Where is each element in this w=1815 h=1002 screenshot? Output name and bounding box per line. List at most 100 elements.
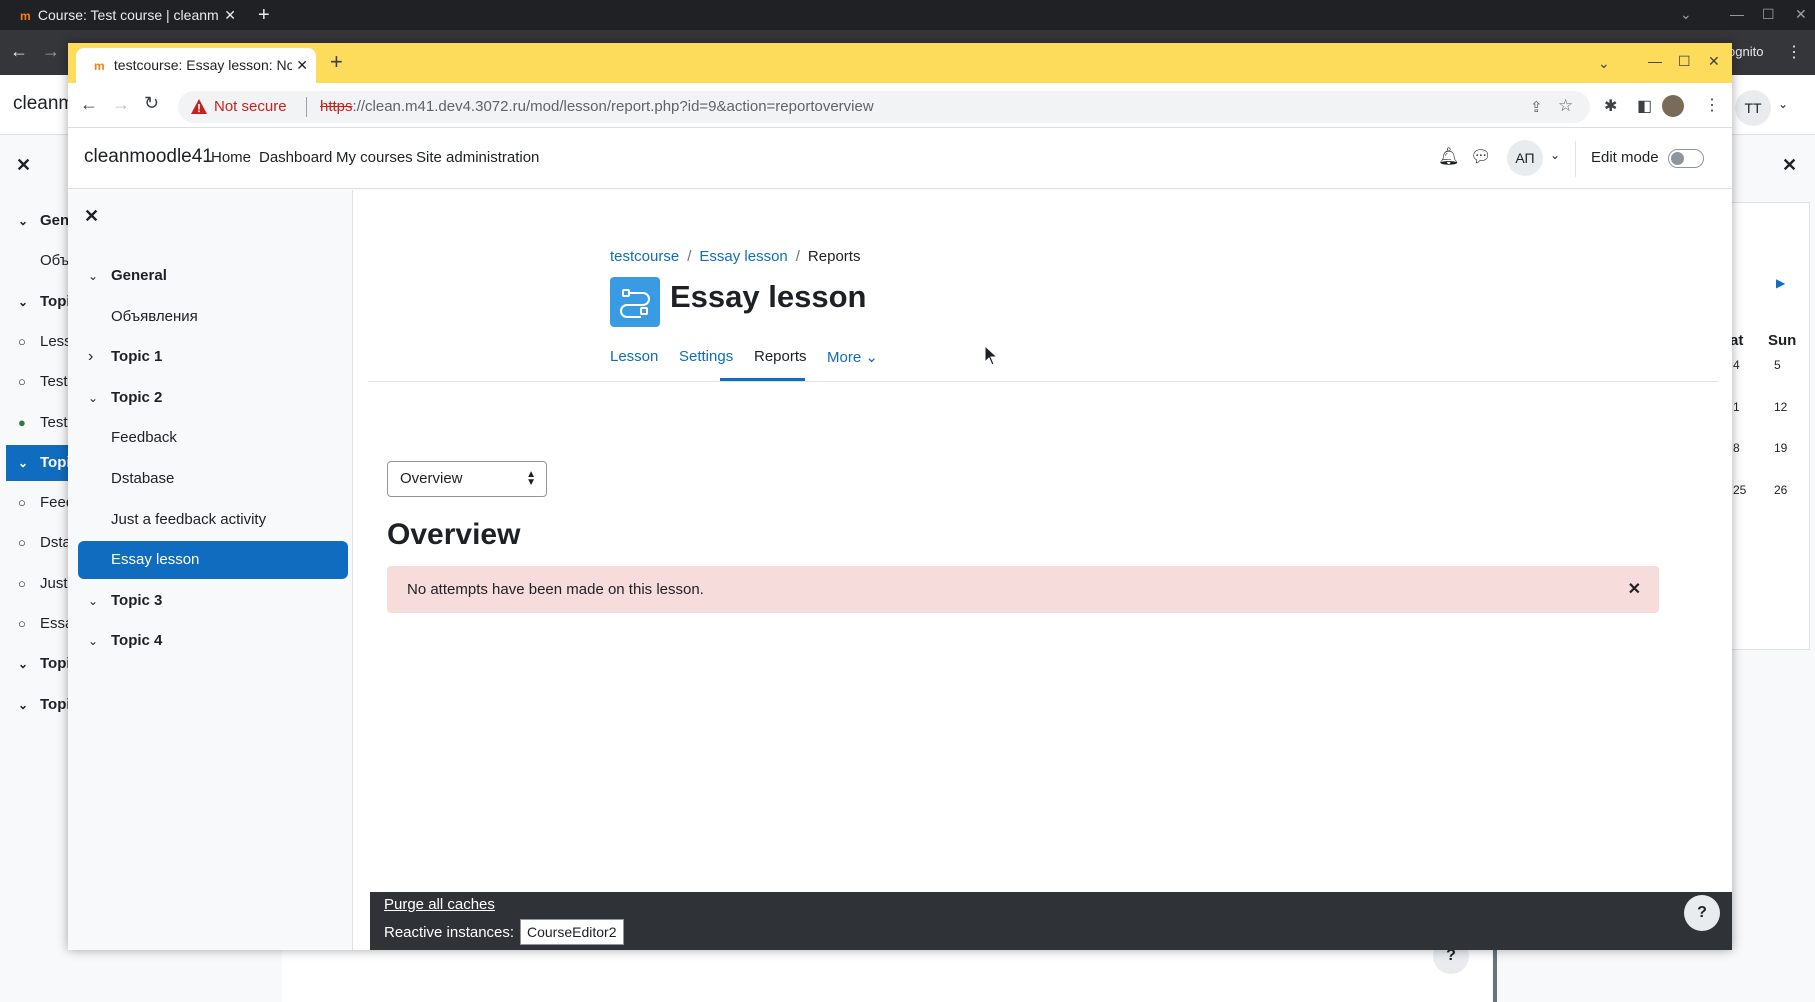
minimize-icon[interactable]: — bbox=[1648, 53, 1662, 69]
not-secure-label[interactable]: Not secure bbox=[214, 98, 287, 115]
new-tab-icon[interactable]: + bbox=[258, 0, 270, 30]
messages-icon[interactable]: 💬︎ bbox=[1470, 147, 1492, 167]
bg-activity-item[interactable]: ○ Less bbox=[0, 324, 70, 360]
next-month-icon[interactable]: ▶ bbox=[1776, 276, 1785, 290]
bg-section-item[interactable]: ⌄ Gen bbox=[0, 203, 70, 239]
purge-caches-link[interactable]: Purge all caches bbox=[384, 896, 495, 913]
extensions-icon[interactable]: ✱ bbox=[1604, 96, 1617, 116]
course-activity-item[interactable]: Just a feedback activity bbox=[78, 501, 348, 539]
tab-search-icon[interactable]: ⌄ bbox=[1598, 55, 1610, 72]
bg-avatar[interactable]: TT bbox=[1735, 90, 1771, 126]
share-icon[interactable]: ⇪ bbox=[1530, 98, 1543, 116]
notifications-bell-icon[interactable]: 🔔︎ bbox=[1438, 147, 1460, 167]
bg-activity-item[interactable]: ○ Feed bbox=[0, 485, 70, 521]
calendar-day[interactable]: 19 bbox=[1774, 441, 1787, 455]
bg-section-item[interactable]: ⌄ Topi bbox=[6, 444, 76, 481]
help-button[interactable]: ? bbox=[1684, 895, 1720, 931]
report-type-select[interactable]: Overview ▲ ▼ bbox=[387, 461, 547, 497]
secondary-navigation: Lesson Settings Reports More ⌄ bbox=[368, 330, 1718, 382]
nav-site-administration[interactable]: Site administration bbox=[416, 149, 539, 166]
new-tab-icon[interactable]: + bbox=[330, 49, 343, 75]
side-panel-icon[interactable]: ◧ bbox=[1637, 96, 1652, 116]
bookmark-star-icon[interactable]: ☆ bbox=[1558, 96, 1573, 116]
course-activity-item[interactable]: Essay lesson bbox=[78, 541, 348, 580]
calendar-day[interactable]: 5 bbox=[1774, 358, 1781, 372]
chevron-down-icon[interactable]: ⌄ bbox=[88, 622, 98, 660]
browser-tab[interactable]: m testcourse: Essay lesson: No ✕ bbox=[76, 48, 316, 83]
close-tab-icon[interactable]: ✕ bbox=[224, 0, 236, 30]
minimize-icon[interactable]: — bbox=[1730, 0, 1744, 28]
tab-lesson[interactable]: Lesson bbox=[610, 348, 658, 365]
chevron-down-icon[interactable]: ⌄ bbox=[88, 257, 98, 295]
nav-dashboard[interactable]: Dashboard bbox=[259, 149, 332, 166]
calendar-day[interactable]: 8 bbox=[1733, 441, 1740, 455]
profile-avatar-icon[interactable] bbox=[1662, 95, 1684, 117]
edit-mode-toggle[interactable] bbox=[1668, 149, 1704, 168]
bg-section-item[interactable]: ⌄ Topi bbox=[0, 646, 70, 682]
site-name[interactable]: cleanmoodle41 bbox=[84, 146, 213, 168]
course-section-item[interactable]: ⌄ Topic 3 bbox=[78, 582, 348, 620]
calendar-day[interactable]: 12 bbox=[1774, 400, 1787, 414]
bg-menu-icon[interactable]: ⋮ bbox=[1786, 42, 1802, 62]
course-section-item[interactable]: ⌄ General bbox=[78, 257, 348, 295]
maximize-icon[interactable]: ☐ bbox=[1678, 53, 1691, 70]
maximize-icon[interactable]: ☐ bbox=[1762, 0, 1775, 28]
bg-activity-item[interactable]: ○ Just bbox=[0, 566, 70, 602]
bg-section-item[interactable]: ⌄ Topi bbox=[0, 284, 70, 320]
chevron-down-icon[interactable]: ⌄ bbox=[88, 379, 98, 417]
calendar-day[interactable]: 4 bbox=[1733, 358, 1740, 372]
bg-scrollbar[interactable] bbox=[1493, 950, 1497, 1002]
tab-reports[interactable]: Reports bbox=[754, 348, 807, 365]
bg-item-label: Topi bbox=[40, 453, 71, 471]
nav-my-courses[interactable]: My courses bbox=[336, 149, 413, 166]
close-icon[interactable]: ✕ bbox=[16, 155, 31, 176]
browser-menu-icon[interactable]: ⋮ bbox=[1704, 95, 1720, 115]
user-avatar[interactable]: АП bbox=[1507, 140, 1543, 176]
course-activity-item[interactable]: Объявления bbox=[78, 298, 348, 336]
back-icon[interactable]: ← bbox=[80, 94, 98, 115]
close-window-icon[interactable]: ✕ bbox=[1795, 0, 1807, 28]
bg-activity-item[interactable]: Объ bbox=[0, 243, 70, 279]
tab-search-icon[interactable]: ⌄ bbox=[1680, 0, 1692, 28]
breadcrumb-course[interactable]: testcourse bbox=[610, 248, 679, 265]
calendar-day[interactable]: 25 bbox=[1733, 483, 1746, 497]
close-drawer-icon[interactable]: ✕ bbox=[84, 206, 99, 227]
nav-home[interactable]: Home bbox=[211, 149, 251, 166]
chevron-down-icon: ⌄ bbox=[18, 657, 29, 672]
breadcrumb-activity[interactable]: Essay lesson bbox=[699, 248, 787, 265]
address-bar[interactable]: Not secure https://clean.m41.dev4.3072.r… bbox=[178, 91, 1590, 123]
course-editor-button[interactable]: CourseEditor2 bbox=[520, 919, 624, 945]
close-icon[interactable]: ✕ bbox=[1628, 566, 1641, 613]
bg-activity-item[interactable]: ○ Essa bbox=[0, 606, 70, 642]
chevron-down-icon[interactable]: ⌄ bbox=[88, 582, 98, 620]
course-index-label: Dstabase bbox=[111, 470, 175, 487]
course-activity-item[interactable]: Dstabase bbox=[78, 460, 348, 498]
close-window-icon[interactable]: ✕ bbox=[1708, 53, 1720, 70]
close-tab-icon[interactable]: ✕ bbox=[292, 48, 308, 83]
bg-activity-item[interactable]: ○ Test bbox=[0, 364, 70, 400]
bg-forward-icon[interactable]: → bbox=[42, 41, 60, 62]
forward-icon[interactable]: → bbox=[112, 94, 130, 115]
bg-section-item[interactable]: ⌄ Topi bbox=[0, 687, 70, 723]
chevron-right-icon[interactable]: › bbox=[88, 338, 93, 376]
bg-browser-tab[interactable]: m Course: Test course | cleanm ✕ bbox=[6, 0, 244, 30]
chevron-down-icon[interactable]: ⌄ bbox=[1778, 97, 1788, 111]
bg-activity-item[interactable]: ● Test bbox=[0, 405, 70, 441]
url-text[interactable]: https://clean.m41.dev4.3072.ru/mod/lesso… bbox=[320, 98, 874, 115]
chevron-down-icon[interactable]: ⌄ bbox=[1550, 148, 1560, 162]
close-icon[interactable]: ✕ bbox=[1782, 155, 1797, 176]
course-activity-item[interactable]: Feedback bbox=[78, 419, 348, 457]
reload-icon[interactable]: ↻ bbox=[144, 93, 159, 114]
bg-back-icon[interactable]: ← bbox=[10, 41, 28, 62]
calendar-day[interactable]: 26 bbox=[1774, 483, 1787, 497]
tab-settings[interactable]: Settings bbox=[679, 348, 733, 365]
course-section-item[interactable]: ⌄ Topic 4 bbox=[78, 622, 348, 660]
course-section-item[interactable]: › Topic 1 bbox=[78, 338, 348, 376]
bg-activity-item[interactable]: ○ Dsta bbox=[0, 525, 70, 561]
tab-more[interactable]: More ⌄ bbox=[827, 348, 878, 366]
course-index-label: Объявления bbox=[111, 307, 198, 325]
bg-site-name[interactable]: cleanm bbox=[13, 93, 74, 115]
course-section-item[interactable]: ⌄ Topic 2 bbox=[78, 379, 348, 417]
divider bbox=[306, 97, 307, 117]
calendar-day[interactable]: 1 bbox=[1733, 400, 1740, 414]
